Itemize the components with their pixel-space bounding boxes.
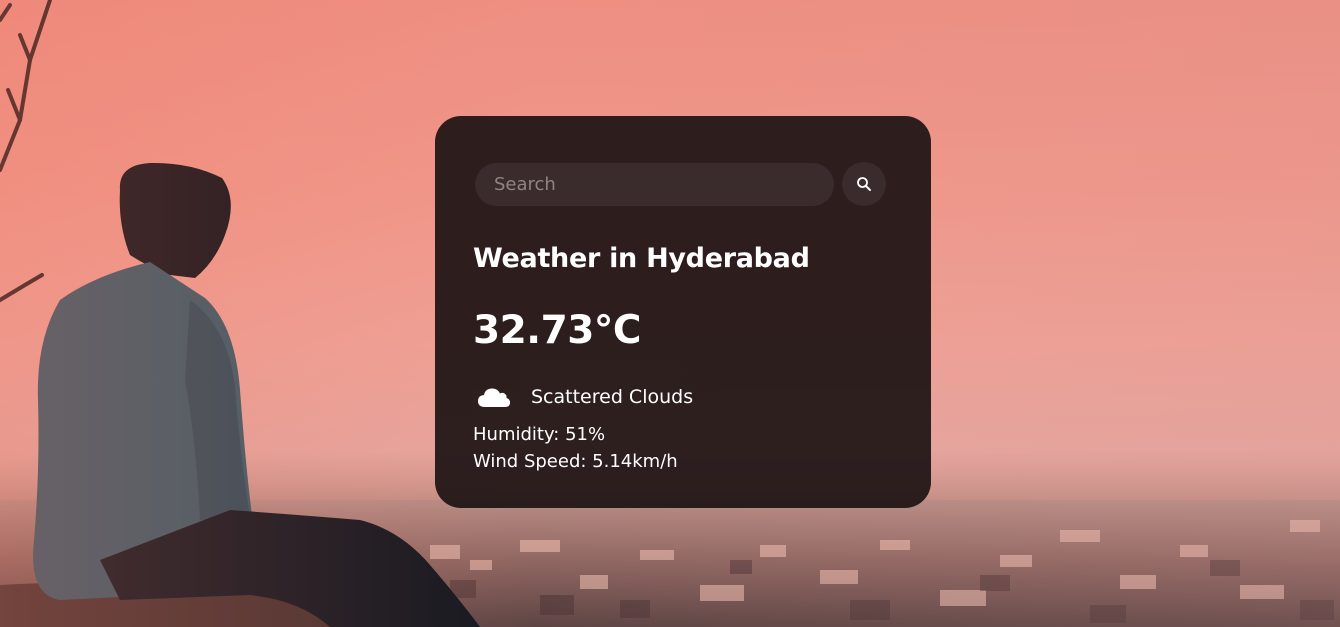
city-title: Weather in Hyderabad — [473, 243, 810, 274]
search-bar — [473, 162, 893, 206]
search-icon — [857, 177, 871, 191]
tree-branch — [0, 0, 52, 302]
humidity-text: Humidity: 51% — [473, 424, 606, 445]
condition-row: Scattered Clouds — [473, 380, 893, 414]
cloud-icon — [477, 380, 523, 414]
person-silhouette — [33, 162, 480, 627]
wind-speed-text: Wind Speed: 5.14km/h — [473, 451, 678, 472]
weather-details: Humidity: 51% Wind Speed: 5.14km/h — [473, 421, 893, 475]
background-scene: Weather in Hyderabad 32.73°C Scattered C… — [0, 0, 1340, 627]
temperature: 32.73°C — [473, 308, 641, 353]
weather-card: Weather in Hyderabad 32.73°C Scattered C… — [435, 116, 931, 508]
search-button[interactable] — [842, 162, 886, 206]
search-input[interactable] — [475, 162, 834, 206]
condition-text: Scattered Clouds — [531, 386, 694, 408]
